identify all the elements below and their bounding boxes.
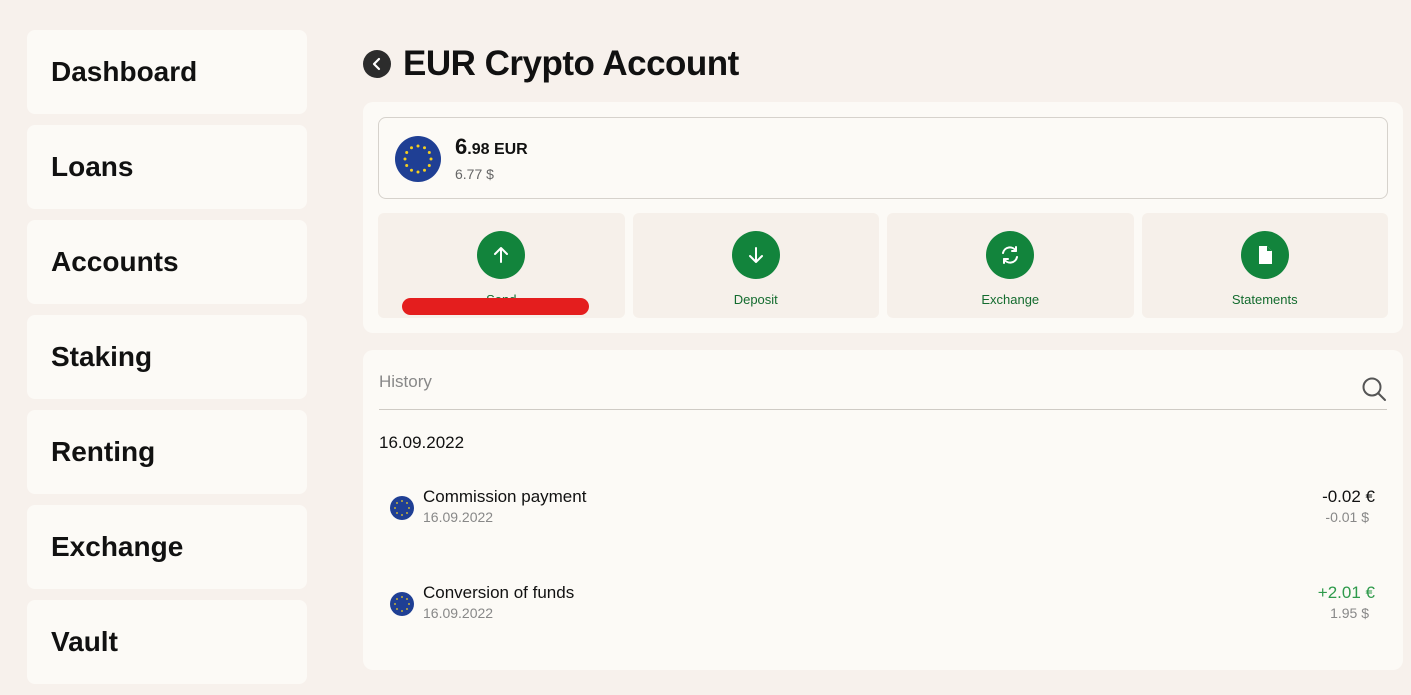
- sidebar-item-label: Staking: [51, 341, 153, 372]
- exchange-button[interactable]: Exchange: [887, 213, 1134, 318]
- transaction-title: Conversion of funds: [423, 583, 575, 602]
- exchange-icon: [1002, 246, 1019, 264]
- deposit-label: Deposit: [733, 292, 778, 307]
- eu-flag-icon: [395, 136, 441, 182]
- sidebar-item-vault[interactable]: Vault: [27, 600, 307, 684]
- back-button[interactable]: [363, 50, 391, 78]
- sidebar-item-label: Accounts: [51, 246, 179, 277]
- statements-button[interactable]: Statements: [1141, 213, 1388, 318]
- history-label: History: [379, 372, 432, 391]
- sidebar-item-dashboard[interactable]: Dashboard: [27, 30, 307, 114]
- arrow-up-icon: [494, 247, 509, 263]
- search-icon[interactable]: [1361, 376, 1387, 402]
- transaction-usd: -0.01 $: [1325, 509, 1369, 525]
- transaction-date: 16.09.2022: [423, 509, 494, 525]
- transaction-date: 16.09.2022: [423, 605, 494, 621]
- page-header: EUR Crypto Account: [363, 44, 739, 84]
- sidebar-item-label: Exchange: [51, 531, 184, 562]
- balance-decimal: .98: [467, 141, 490, 158]
- eu-flag-icon: [390, 496, 414, 520]
- sidebar-item-label: Renting: [51, 436, 156, 467]
- history-header: History: [379, 372, 1387, 410]
- sidebar-item-renting[interactable]: Renting: [27, 410, 307, 494]
- sidebar-item-label: Vault: [51, 626, 118, 657]
- balance-currency: EUR: [493, 141, 528, 158]
- deposit-button[interactable]: Deposit: [632, 213, 879, 318]
- balance-integer: 6: [455, 134, 468, 159]
- eu-flag-icon: [390, 592, 414, 616]
- list-item[interactable]: Commission payment 16.09.2022 -0.02 € -0…: [390, 487, 1375, 537]
- transaction-usd: 1.95 $: [1330, 605, 1369, 621]
- annotation-highlight: [402, 298, 589, 315]
- balance-usd: 6.77 $: [455, 166, 494, 182]
- history-card: History 16.09.2022 Commission payment 16…: [363, 350, 1403, 670]
- sidebar-item-label: Dashboard: [51, 56, 198, 87]
- transaction-amount: -0.02 €: [1322, 487, 1375, 506]
- transaction-amount: +2.01 €: [1317, 583, 1375, 602]
- list-item[interactable]: Conversion of funds 16.09.2022 +2.01 € 1…: [390, 583, 1375, 633]
- sidebar: Dashboard Loans Accounts Staking Renting…: [27, 30, 307, 695]
- sidebar-item-staking[interactable]: Staking: [27, 315, 307, 399]
- statements-label: Statements: [1231, 292, 1298, 307]
- page-title: EUR Crypto Account: [403, 44, 739, 83]
- document-icon: [1258, 246, 1272, 264]
- sidebar-item-label: Loans: [51, 151, 134, 182]
- chevron-left-icon: [372, 57, 381, 71]
- sidebar-item-exchange[interactable]: Exchange: [27, 505, 307, 589]
- exchange-label: Exchange: [981, 292, 1040, 307]
- transaction-title: Commission payment: [423, 487, 587, 506]
- date-group-header: 16.09.2022: [379, 433, 465, 452]
- arrow-down-icon: [748, 247, 763, 263]
- balance-amount: 6.98 EUR: [455, 134, 528, 160]
- sidebar-item-accounts[interactable]: Accounts: [27, 220, 307, 304]
- balance-box: 6.98 EUR 6.77 $: [378, 117, 1388, 199]
- sidebar-item-loans[interactable]: Loans: [27, 125, 307, 209]
